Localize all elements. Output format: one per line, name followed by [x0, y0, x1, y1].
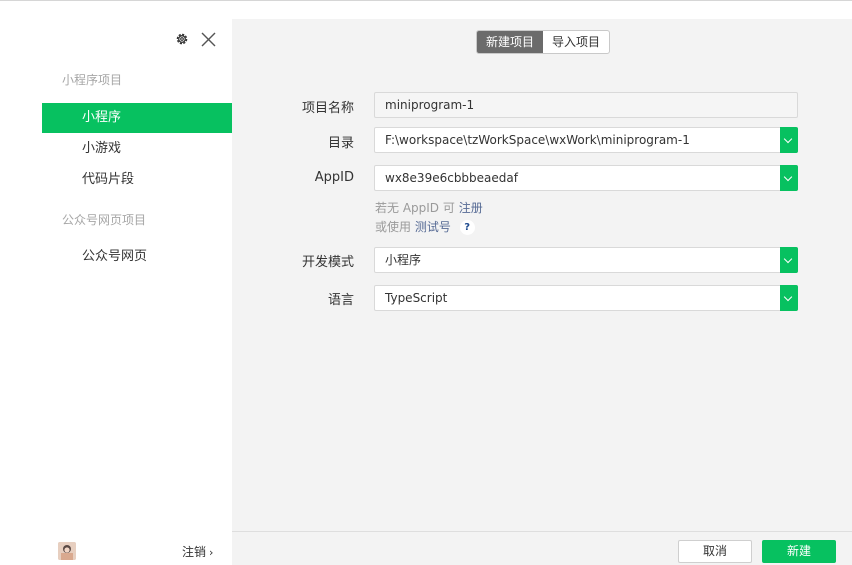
project-name-input[interactable]: miniprogram-1: [374, 92, 798, 118]
tab-import-project[interactable]: 导入项目: [543, 31, 609, 53]
directory-value: F:\workspace\tzWorkSpace\wxWork\miniprog…: [385, 133, 690, 147]
footer-bar: 取消 新建: [232, 531, 852, 565]
tab-new-project[interactable]: 新建项目: [477, 31, 543, 53]
test-account-link[interactable]: 测试号: [415, 220, 451, 234]
create-button[interactable]: 新建: [762, 540, 836, 563]
section-title-official-account: 公众号网页项目: [62, 213, 147, 227]
chevron-down-icon[interactable]: [780, 127, 798, 153]
appid-label: AppID: [314, 170, 354, 185]
hint-register-text: 若无 AppID 可: [375, 201, 455, 215]
register-link[interactable]: 注册: [459, 201, 483, 215]
appid-test-hint: 或使用 测试号 ?: [375, 218, 475, 235]
logout-label: 注销: [182, 545, 207, 559]
sidebar: 小程序项目 小程序 小游戏 代码片段 公众号网页项目 公众号网页 注销 ›: [0, 1, 232, 565]
language-label: 语言: [327, 293, 354, 308]
language-value: TypeScript: [385, 291, 448, 305]
project-mode-tabs: 新建项目 导入项目: [476, 30, 610, 54]
sidebar-item-official-webpage[interactable]: 公众号网页: [42, 242, 232, 272]
dev-mode-value: 小程序: [385, 253, 422, 267]
close-icon[interactable]: [200, 31, 217, 48]
appid-register-hint: 若无 AppID 可 注册: [375, 199, 483, 216]
language-select[interactable]: TypeScript: [374, 285, 798, 311]
sidebar-item-code-snippet[interactable]: 代码片段: [42, 165, 232, 195]
project-name-label: 项目名称: [301, 101, 354, 116]
appid-select[interactable]: wx8e39e6cbbbeaedaf: [374, 165, 798, 191]
chevron-down-icon[interactable]: [780, 247, 798, 273]
gear-icon[interactable]: [175, 32, 189, 46]
sidebar-item-miniprogram[interactable]: 小程序: [42, 103, 232, 133]
project-name-value: miniprogram-1: [385, 98, 475, 112]
directory-label: 目录: [327, 136, 354, 151]
dev-mode-label: 开发模式: [301, 255, 354, 270]
chevron-down-icon[interactable]: [780, 165, 798, 191]
chevron-down-icon[interactable]: [780, 285, 798, 311]
section-title-miniprogram: 小程序项目: [62, 73, 123, 87]
directory-select[interactable]: F:\workspace\tzWorkSpace\wxWork\miniprog…: [374, 127, 798, 153]
main-panel: 新建项目 导入项目 项目名称 miniprogram-1 目录 F:\works…: [232, 19, 852, 565]
chevron-right-icon: ›: [209, 546, 214, 559]
cancel-button[interactable]: 取消: [678, 540, 752, 563]
dev-mode-select[interactable]: 小程序: [374, 247, 798, 273]
sidebar-item-minigame[interactable]: 小游戏: [42, 134, 232, 164]
logout-button[interactable]: 注销 ›: [182, 543, 213, 560]
hint-test-text: 或使用: [375, 220, 412, 234]
avatar[interactable]: [58, 542, 76, 560]
help-icon[interactable]: ?: [459, 220, 475, 235]
appid-value: wx8e39e6cbbbeaedaf: [385, 171, 518, 185]
